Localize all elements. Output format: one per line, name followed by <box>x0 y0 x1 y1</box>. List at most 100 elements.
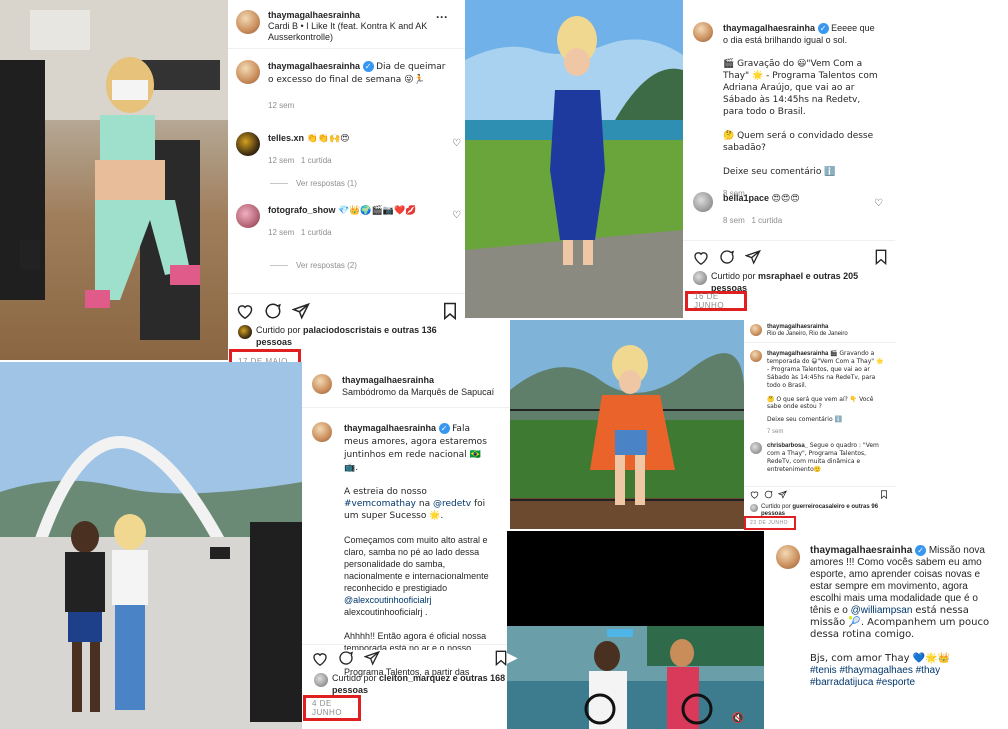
post1-header: thaymagalhaesrainha Cardi B • I Like It … <box>236 10 461 43</box>
hashtag-link[interactable]: #vemcomathay <box>344 499 416 509</box>
post3-date-highlight: 23 DE JUNHO <box>744 516 796 530</box>
mention-link[interactable]: @alexcoutinhooficialrj <box>344 595 432 605</box>
comment-username[interactable]: bella1pace <box>723 193 769 203</box>
comment-username[interactable]: chrisbarbosa_ <box>767 443 808 449</box>
post1-liked-by: Curtido por palaciodoscristais e outras … <box>238 324 458 348</box>
post2-caption-row: thaymagalhaesrainha ✓ Eeeee que o dia es… <box>693 22 893 200</box>
caption-username[interactable]: thaymagalhaesrainha <box>268 61 360 71</box>
post5-caption-signature: Bjs, com amor Thay 💙🌟👑 <box>810 653 951 665</box>
post3-avatar[interactable] <box>750 324 762 336</box>
caption-time: 7 sem <box>767 429 784 435</box>
balcony-scene-illustration <box>510 320 744 529</box>
post4-avatar[interactable] <box>312 374 332 394</box>
gym-scene-illustration <box>0 0 228 340</box>
liked-by-prefix: Curtido por <box>711 271 756 281</box>
post4-liked-by: Curtido por cleiton_marquez e outras 168… <box>314 672 508 696</box>
comment-item: fotografo_show 💎👑🌍🎬📷❤️💋 12 sem 1 curtida… <box>236 204 461 239</box>
mention-link[interactable]: @williampsan <box>851 605 913 616</box>
caption-username[interactable]: thaymagalhaesrainha <box>344 423 436 433</box>
liked-by-user[interactable]: cleiton_marquez <box>379 673 450 683</box>
tennis-scene-illustration <box>507 531 764 729</box>
post3-location[interactable]: Rio de Janeiro, Rio de Janeiro <box>767 331 848 338</box>
bookmark-save-icon[interactable] <box>494 650 508 666</box>
post3-date: 23 DE JUNHO <box>750 520 789 526</box>
liked-by-user[interactable]: msraphael <box>758 271 803 281</box>
liked-by-prefix: Curtido por <box>256 325 301 335</box>
view-replies[interactable]: Ver respostas (1) <box>270 179 357 188</box>
post2-date: 16 DE JUNHO <box>694 292 725 310</box>
post4-caption-avatar[interactable] <box>312 422 332 442</box>
post2-caption-paragraph: Deixe seu comentário ℹ️ <box>723 167 836 178</box>
post5-tennis-video[interactable]: ▶ 🔇 <box>507 531 764 729</box>
comment-like-heart-icon[interactable]: ♡ <box>452 138 461 150</box>
post2-avatar[interactable] <box>693 22 713 42</box>
post1-panel: thaymagalhaesrainha Cardi B • I Like It … <box>228 0 465 360</box>
bookmark-save-icon[interactable] <box>874 249 888 265</box>
post5-avatar[interactable] <box>776 545 800 569</box>
share-paper-plane-icon[interactable] <box>745 249 761 265</box>
comment-likes[interactable]: 1 curtida <box>301 228 332 237</box>
liker-avatar[interactable] <box>693 271 707 285</box>
commenter-avatar[interactable] <box>236 132 260 156</box>
mention-link[interactable]: @redetv <box>433 499 471 509</box>
liked-by-prefix: Curtido por <box>332 673 377 683</box>
post1-audio[interactable]: Cardi B • I Like It (feat. Kontra K and … <box>268 21 428 43</box>
comment-bubble-icon[interactable] <box>719 249 735 265</box>
divider <box>744 486 896 487</box>
caption-username[interactable]: thaymagalhaesrainha <box>767 351 828 357</box>
like-heart-icon[interactable] <box>312 651 328 666</box>
post3-username[interactable]: thaymagalhaesrainha <box>767 324 848 331</box>
like-heart-icon[interactable] <box>750 490 759 499</box>
liked-by-user[interactable]: guerreirocasaleiro <box>792 504 844 510</box>
comment-bubble-icon[interactable] <box>764 490 773 499</box>
post2-action-bar <box>693 249 888 265</box>
comment-bubble-icon[interactable] <box>264 302 282 320</box>
divider <box>744 342 896 343</box>
comment-item: chrisbarbosa_ Segue o quadro : "Vem com … <box>750 442 890 474</box>
comment-username[interactable]: fotografo_show <box>268 205 336 215</box>
beach-scene-illustration <box>465 0 683 318</box>
comment-bubble-icon[interactable] <box>338 650 354 666</box>
mute-audio-icon[interactable]: 🔇 <box>732 713 744 724</box>
caption-username[interactable]: thaymagalhaesrainha <box>810 545 912 556</box>
bookmark-save-icon[interactable] <box>880 490 888 499</box>
liker-avatar[interactable] <box>314 673 328 687</box>
post1-avatar[interactable] <box>236 10 260 34</box>
comment-likes[interactable]: 1 curtida <box>751 216 782 225</box>
commenter-avatar[interactable] <box>236 204 260 228</box>
comment-item: bella1pace 😍😍😍 8 sem 1 curtida ♡ <box>693 192 893 227</box>
bookmark-save-icon[interactable] <box>442 302 458 320</box>
liker-avatar[interactable] <box>238 325 252 339</box>
share-paper-plane-icon[interactable] <box>364 650 380 666</box>
post4-location[interactable]: Sambódromo da Marquês de Sapucaí <box>342 386 494 398</box>
more-options-icon[interactable]: ··· <box>436 10 448 24</box>
liker-avatar[interactable] <box>750 504 758 512</box>
hashtags-link[interactable]: #tenis #thaymagalhaes #thay #barradatiju… <box>810 665 1000 689</box>
post1-caption-row: thaymagalhaesrainha ✓ Dia de queimar o e… <box>236 60 461 112</box>
caption-username[interactable]: thaymagalhaesrainha <box>723 23 815 33</box>
share-paper-plane-icon[interactable] <box>292 302 310 320</box>
post1-username[interactable]: thaymagalhaesrainha <box>268 10 428 21</box>
comment-time: 12 sem <box>268 156 295 165</box>
share-paper-plane-icon[interactable] <box>778 490 787 499</box>
commenter-avatar[interactable] <box>750 442 762 454</box>
post4-username[interactable]: thaymagalhaesrainha <box>342 374 494 386</box>
liked-by-user[interactable]: palaciodoscristais <box>303 325 382 335</box>
like-heart-icon[interactable] <box>236 303 254 319</box>
comment-like-heart-icon[interactable]: ♡ <box>452 210 461 222</box>
post3-caption-avatar[interactable] <box>750 350 762 362</box>
comment-like-heart-icon[interactable]: ♡ <box>874 198 883 210</box>
post3-caption-paragraph: Deixe seu comentário ℹ️ <box>767 416 842 423</box>
post4-sambodromo-photo <box>0 362 302 729</box>
commenter-avatar[interactable] <box>693 192 713 212</box>
play-video-icon[interactable]: ▶ <box>507 649 518 666</box>
view-replies[interactable]: Ver respostas (2) <box>270 261 357 270</box>
post1-caption-avatar[interactable] <box>236 60 260 84</box>
post2-caption-paragraph: 🎬 Gravação do 😃"Vem Com a Thay" 🌟 - Prog… <box>723 59 878 118</box>
post5-caption-row: thaymagalhaesrainha ✓ Missão nova amores… <box>776 545 1004 689</box>
post4-action-bar <box>312 650 508 666</box>
liked-by-prefix: Curtido por <box>761 504 791 510</box>
comment-username[interactable]: telles.xn <box>268 133 304 143</box>
like-heart-icon[interactable] <box>693 250 709 265</box>
comment-likes[interactable]: 1 curtida <box>301 156 332 165</box>
